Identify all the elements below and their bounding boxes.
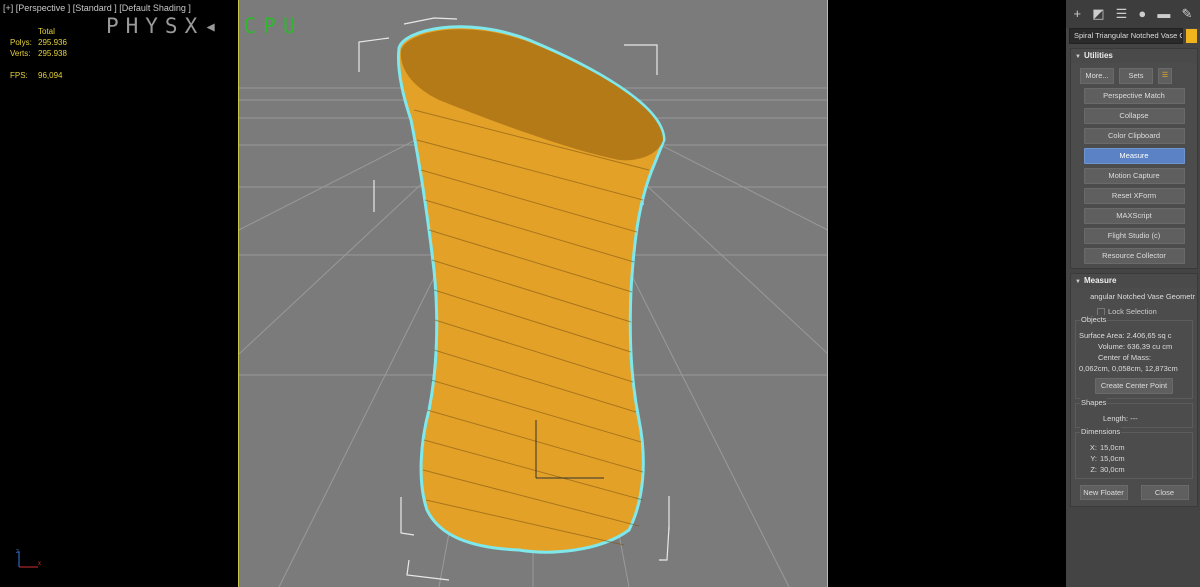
center-of-mass-value: 0,062cm, 0,058cm, 12,873cm	[1079, 364, 1178, 374]
more-button[interactable]: More...	[1080, 68, 1114, 84]
object-name-row: Spiral Triangular Notched Vase G	[1069, 28, 1197, 44]
measure-title: Measure	[1083, 276, 1117, 285]
axis-tripod-icon: z x	[14, 545, 44, 576]
utilities-top-row: More... Sets ☰	[1080, 68, 1193, 84]
utilities-title: Utilities	[1083, 51, 1113, 60]
dimension-z: Z: 30,0cm	[1079, 464, 1189, 475]
measured-object-name: angular Notched Vase Geometr	[1090, 292, 1195, 301]
polys-label: Polys:	[10, 38, 32, 47]
hierarchy-icon[interactable]: ☰	[1116, 0, 1128, 28]
reset-xform-button[interactable]: Reset XForm	[1083, 188, 1185, 204]
measure-button[interactable]: Measure	[1083, 148, 1185, 164]
axis-x-label: x	[38, 561, 41, 567]
dim-x-value: 15,0cm	[1100, 443, 1125, 453]
collapse-button[interactable]: Collapse	[1083, 108, 1185, 124]
modify-icon[interactable]: ◩	[1092, 0, 1104, 28]
motion-capture-button[interactable]: Motion Capture	[1083, 168, 1185, 184]
resource-collector-button[interactable]: Resource Collector	[1083, 248, 1185, 264]
physx-cpu-text: CPU	[243, 14, 303, 38]
object-name-field[interactable]: Spiral Triangular Notched Vase G	[1069, 28, 1183, 44]
perspective-viewport[interactable]	[238, 0, 828, 587]
dimension-x: X: 15,0cm	[1079, 442, 1189, 453]
create-center-point-button[interactable]: Create Center Point	[1095, 378, 1173, 395]
flight-studio-button[interactable]: Flight Studio (c)	[1083, 228, 1185, 244]
create-icon[interactable]: +	[1074, 0, 1082, 28]
viewport-statistics: Total Polys: 295.936 Verts: 295.938 FPS: 96…	[10, 26, 67, 81]
measure-rollout: ▼ Measure angular Notched Vase Geometr Lo…	[1070, 273, 1198, 508]
color-clipboard-button[interactable]: Color Clipboard	[1083, 128, 1185, 144]
command-panel: + ◩ ☰ ● ▬ ✎ Spiral Triangular Notched Va…	[1066, 0, 1200, 587]
dimension-y: Y: 15,0cm	[1079, 453, 1189, 464]
collapse-triangle-icon: ▼	[1075, 279, 1081, 285]
length-readout: Length: ---	[1103, 414, 1138, 424]
utilities-icon[interactable]: ✎	[1182, 0, 1193, 28]
physx-arrow-icon: ◂	[204, 14, 224, 38]
physx-logo-text: PHYSX	[106, 14, 205, 38]
verts-value: 295.938	[38, 49, 67, 58]
dimensions-group: Dimensions X: 15,0cm Y: 15,0cm Z: 30,0cm	[1075, 427, 1193, 480]
display-icon[interactable]: ▬	[1157, 0, 1170, 28]
dim-x-label: X:	[1089, 443, 1097, 453]
close-button[interactable]: Close	[1140, 485, 1189, 501]
lock-selection-label: Lock Selection	[1108, 307, 1157, 316]
sets-button[interactable]: Sets	[1119, 68, 1153, 84]
motion-icon[interactable]: ●	[1138, 0, 1146, 28]
objects-group: Objects Surface Area: 2.406,65 sq c Volu…	[1075, 315, 1193, 400]
dim-z-label: Z:	[1090, 465, 1097, 475]
surface-area-readout: Surface Area: 2.406,65 sq c	[1079, 331, 1172, 341]
measure-bottom-buttons: New Floater Close	[1073, 485, 1195, 501]
stats-total-header: Total	[38, 27, 55, 36]
viewport-label[interactable]: [+] [Perspective ] [Standard ] [Default …	[3, 3, 191, 13]
utilities-rollout: ▼ Utilities More... Sets ☰ Perspective Ma…	[1070, 48, 1198, 269]
object-color-swatch[interactable]	[1186, 29, 1197, 43]
command-panel-tabs: + ◩ ☰ ● ▬ ✎	[1066, 0, 1200, 28]
utilities-rollout-header[interactable]: ▼ Utilities	[1071, 49, 1197, 63]
shapes-group-title: Shapes	[1080, 398, 1108, 408]
measure-rollout-header[interactable]: ▼ Measure	[1071, 274, 1197, 288]
new-floater-button[interactable]: New Floater	[1079, 485, 1128, 501]
maxscript-button[interactable]: MAXScript	[1083, 208, 1185, 224]
configure-sets-icon[interactable]: ☰	[1158, 68, 1172, 84]
objects-group-title: Objects	[1080, 315, 1108, 325]
polys-value: 295.936	[38, 38, 67, 47]
volume-readout: Volume: 636,39 cu cm	[1098, 342, 1173, 352]
dimensions-group-title: Dimensions	[1080, 427, 1122, 437]
dim-y-value: 15,0cm	[1100, 454, 1125, 464]
dim-y-label: Y:	[1090, 454, 1097, 464]
collapse-triangle-icon: ▼	[1075, 54, 1081, 60]
viewport-scene[interactable]	[239, 0, 827, 587]
axis-z-label: z	[16, 549, 19, 555]
verts-label: Verts:	[10, 49, 31, 58]
physx-watermark: PHYSX◂ CPU	[106, 14, 302, 38]
fps-label: FPS:	[10, 71, 28, 80]
center-of-mass-label: Center of Mass:	[1098, 353, 1151, 363]
perspective-match-button[interactable]: Perspective Match	[1083, 88, 1185, 104]
dim-z-value: 30,0cm	[1100, 465, 1125, 475]
fps-value: 96,094	[38, 71, 63, 80]
shapes-group: Shapes Length: ---	[1075, 398, 1193, 429]
